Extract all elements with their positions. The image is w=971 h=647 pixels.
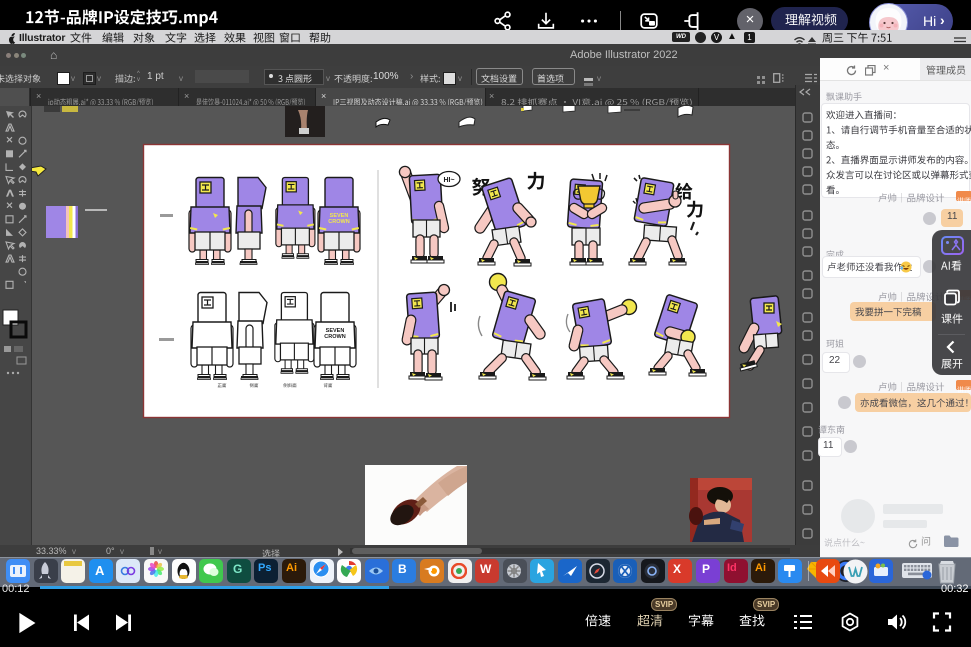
svg-text:CROWN: CROWN: [324, 334, 345, 340]
svg-text:CROWN: CROWN: [328, 219, 349, 225]
svg-text:HI~: HI~: [443, 177, 454, 184]
